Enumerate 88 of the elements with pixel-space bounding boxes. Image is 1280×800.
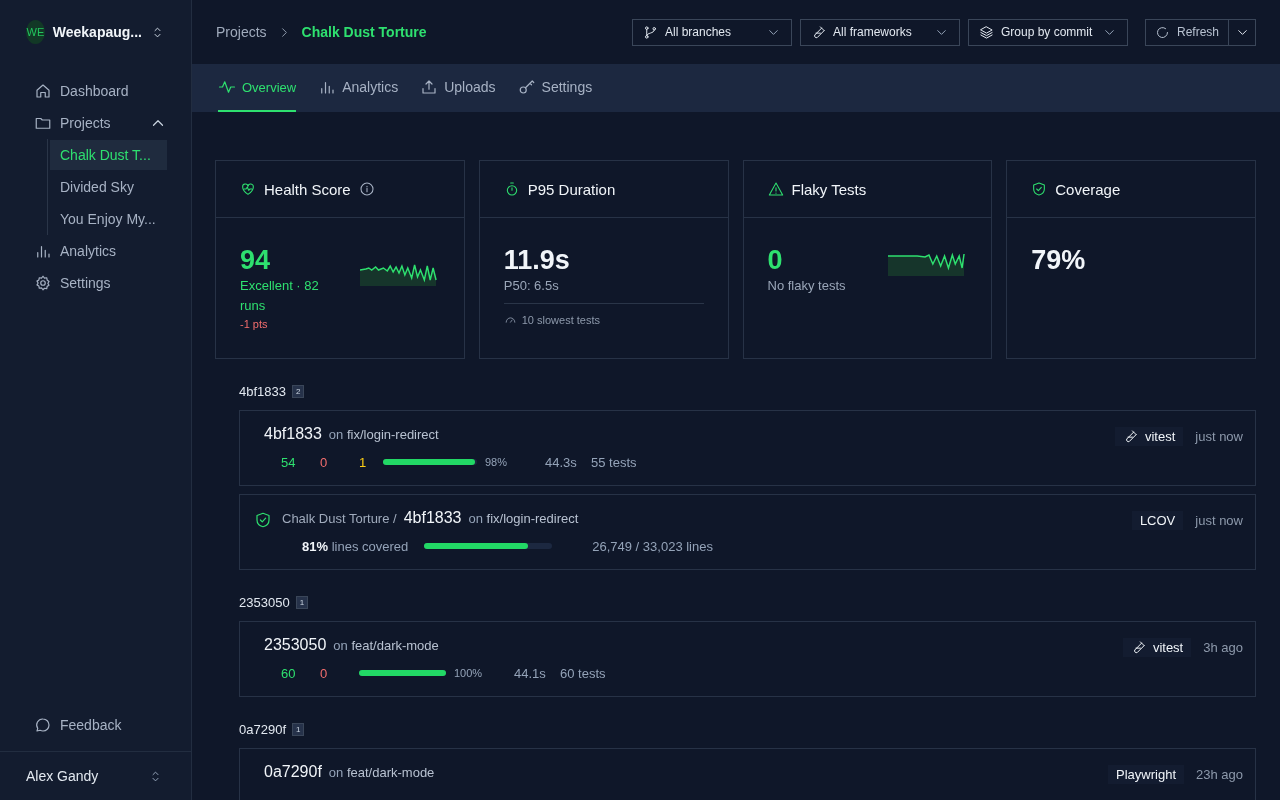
framework-tag: LCOV (1131, 511, 1184, 530)
layers-icon (978, 24, 994, 40)
nav-item[interactable]: Analytics (34, 235, 167, 267)
flaky-count: 1 (359, 454, 368, 470)
warning-icon (767, 181, 784, 197)
run-card[interactable]: 0a7290f on feat/dark-mode Playwright 23h ago (239, 748, 1256, 800)
framework-tag: vitest (1114, 427, 1184, 446)
nav-item[interactable]: Projects (34, 107, 167, 139)
metric-value: 11.9s (503, 244, 571, 276)
run-count-badge: 1 (295, 595, 309, 609)
run-count-badge: 2 (292, 384, 305, 398)
tab[interactable]: Analytics (318, 64, 399, 112)
framework-tag: vitest (1122, 638, 1192, 657)
nav-item[interactable]: Settings (34, 267, 167, 299)
branch-label: on fix/login-redirect (468, 511, 579, 526)
commit-hash: 2353050 (264, 636, 327, 654)
timestamp: 23h ago (1196, 766, 1243, 782)
commit-hash: 4bf1833 (264, 425, 322, 443)
commit-hash: 4bf1833 (403, 509, 462, 527)
branch-label: on feat/dark-mode (333, 638, 439, 653)
run-card[interactable]: 4bf1833 on fix/login-redirect 54 0 1 98% 44.3s 55 tests vitest just now (239, 410, 1256, 486)
workspace-name[interactable]: Weekapaug... (52, 24, 142, 40)
branch-icon (642, 24, 658, 40)
run-card[interactable]: Chalk Dust Torture / 4bf1833 on fix/login-redirect 81% lines covered 26,749 / 33,023 lines LCOV just now (239, 494, 1256, 570)
commit-hash: 0a7290f (264, 763, 322, 781)
run-count-badge: 1 (292, 722, 305, 736)
info-icon (358, 181, 375, 197)
timestamp: just now (1195, 512, 1243, 528)
user-name[interactable]: Alex Gandy (26, 768, 99, 784)
shield-icon (254, 511, 272, 529)
metric-title: Flaky Tests (791, 180, 867, 198)
breadcrumb-item[interactable]: Projects (216, 24, 267, 40)
slowest-tests-link[interactable]: 10 slowest tests (503, 313, 704, 326)
run-card[interactable]: 2353050 on feat/dark-mode 60 0 100% 44.1s 60 tests vitest 3h ago (239, 621, 1256, 697)
home-icon (34, 82, 52, 100)
commit-hash: 0a7290f (239, 721, 286, 737)
metric-value: 0 (767, 244, 784, 276)
duration: 44.1s (514, 665, 547, 681)
test-count: 60 tests (560, 665, 606, 681)
filter-dropdown[interactable]: Group by commit (967, 18, 1128, 46)
lines-count: 26,749 / 33,023 lines (592, 538, 713, 554)
failed-count: 0 (320, 665, 329, 681)
passed-count: 60 (281, 665, 297, 681)
pass-rate: 98% (485, 456, 509, 468)
workspace-avatar[interactable]: WE (26, 20, 45, 44)
test-count: 55 tests (591, 454, 637, 470)
metric-delta: -1 pts (240, 318, 269, 330)
shield-icon (1031, 181, 1048, 197)
tab[interactable]: Uploads (420, 64, 496, 112)
feedback-link[interactable]: Feedback (0, 709, 191, 741)
heart-icon (240, 181, 256, 197)
metric-title: Health Score (264, 180, 351, 198)
project-item[interactable]: Chalk Dust T... (50, 140, 167, 170)
tab[interactable]: Overview (218, 64, 297, 112)
passed-count: 54 (281, 454, 297, 470)
metric-subtitle: No flaky tests (767, 278, 847, 293)
metric-value: 79% (1031, 244, 1087, 276)
pulse-icon (218, 78, 236, 96)
commit-hash: 4bf1833 (239, 383, 286, 399)
branch-label: on fix/login-redirect (328, 427, 439, 442)
chat-icon (34, 716, 52, 734)
upload-icon (420, 78, 439, 96)
metric-title: Coverage (1055, 180, 1121, 198)
breadcrumb-item[interactable]: Chalk Dust Torture (301, 24, 427, 40)
coverage-summary: 81% lines covered (302, 538, 409, 554)
tab[interactable]: Settings (517, 64, 593, 112)
commit-hash: 2353050 (239, 594, 290, 610)
project-name: Chalk Dust Torture / (282, 511, 397, 526)
filter-dropdown[interactable]: All frameworks (799, 18, 960, 46)
nav-item[interactable]: Dashboard (34, 75, 167, 107)
key-icon (517, 78, 536, 96)
metric-subtitle: P50: 6.5s (503, 278, 560, 293)
timestamp: just now (1195, 428, 1243, 444)
settings-icon (34, 274, 52, 292)
failed-count: 0 (320, 454, 329, 470)
filter-dropdown[interactable]: All branches (631, 18, 792, 46)
pass-rate: 100% (454, 667, 484, 679)
project-item[interactable]: Divided Sky (50, 172, 167, 202)
refresh-button[interactable]: Refresh (1144, 18, 1229, 46)
metric-value: 94 (240, 244, 272, 276)
framework-tag: Playwright (1108, 765, 1184, 784)
metric-status: Excellent · 82 runs (240, 277, 320, 315)
refresh-icon (1154, 24, 1170, 40)
timestamp: 3h ago (1203, 639, 1243, 655)
project-item[interactable]: You Enjoy My... (50, 204, 167, 234)
metric-title: P95 Duration (527, 180, 616, 198)
branch-label: on feat/dark-mode (328, 765, 435, 780)
duration: 44.3s (545, 454, 578, 470)
